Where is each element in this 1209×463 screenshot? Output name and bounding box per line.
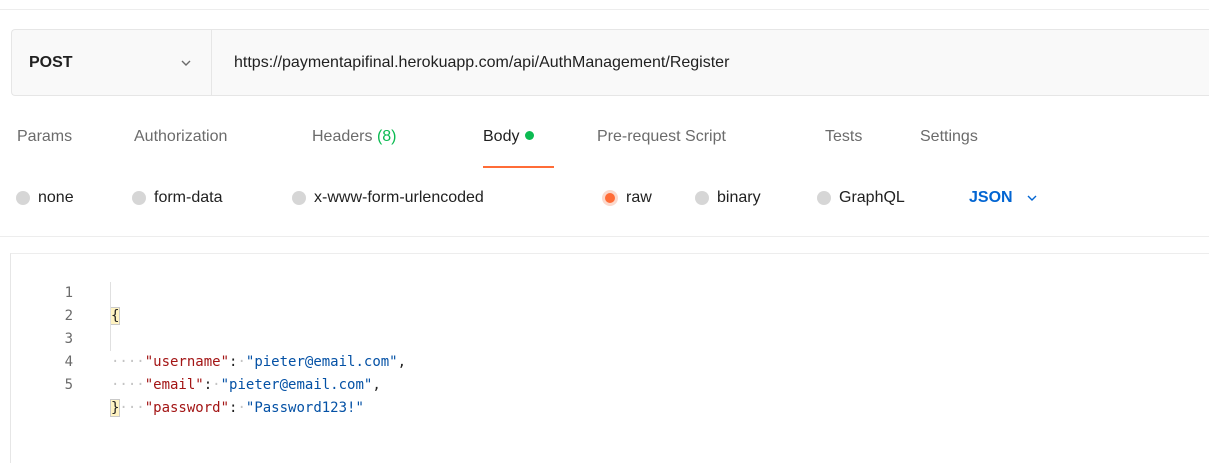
editor-line: 5 } [11,351,1209,417]
section-divider [0,236,1209,237]
line-code: ····"email":·"pieter@email.com", [111,377,381,393]
body-type-binary[interactable]: binary [695,189,761,207]
radio-icon [817,191,831,205]
method-label: POST [29,53,73,71]
format-select[interactable]: JSON [969,189,1039,207]
body-type-label: binary [717,189,761,206]
json-value: "pieter@email.com" [220,377,373,393]
line-code: ····"password":·"Password123!" [111,400,364,416]
indent-guide [110,282,111,305]
editor-line: 2 ····"username":·"pieter@email.com", [11,282,1209,370]
chevron-down-icon [1027,195,1037,201]
line-number: 5 [64,377,73,393]
radio-icon [292,191,306,205]
tab-pre-request-script[interactable]: Pre-request Script [597,128,726,146]
active-tab-underline [483,166,554,168]
request-bar: POST https://paymentapifinal.herokuapp.c… [11,29,1209,96]
format-label: JSON [969,189,1013,206]
indent-guide [110,305,111,328]
editor-line: 3 ····"email":·"pieter@email.com", [11,305,1209,393]
editor-line: 1 { [11,259,1209,325]
radio-icon [132,191,146,205]
tab-headers-label: Headers [312,128,373,145]
body-type-none[interactable]: none [16,189,74,207]
body-type-label: x-www-form-urlencoded [314,189,484,206]
tab-tests[interactable]: Tests [825,128,862,146]
tab-settings[interactable]: Settings [920,128,978,146]
tab-body-label: Body [483,128,520,145]
chevron-down-icon [181,60,191,66]
body-type-form-data[interactable]: form-data [132,189,222,207]
code-editor[interactable]: 1 { 2 ····"username":·"pieter@email.com"… [10,253,1209,463]
body-type-urlencoded[interactable]: x-www-form-urlencoded [292,189,484,207]
body-type-label: form-data [154,189,223,206]
url-input[interactable]: https://paymentapifinal.herokuapp.com/ap… [234,54,729,72]
headers-count: (8) [376,128,397,145]
body-type-label: raw [626,189,652,206]
radio-checked-icon [602,190,618,206]
indent-guide [110,328,111,351]
json-value: "Password123!" [245,400,364,416]
body-type-raw[interactable]: raw [602,189,652,207]
close-brace: } [109,399,121,417]
json-key: "password" [144,400,230,416]
json-key: "email" [144,377,204,393]
line-code: } [109,397,121,420]
body-type-options: none form-data x-www-form-urlencoded raw… [0,185,1209,215]
tab-authorization[interactable]: Authorization [134,128,227,146]
method-select[interactable]: POST [12,30,212,95]
body-status-dot [525,131,535,140]
body-type-label: none [38,189,74,206]
top-divider [0,9,1209,10]
tab-params[interactable]: Params [17,128,72,146]
radio-icon [16,191,30,205]
tab-body[interactable]: Body [483,128,535,146]
editor-line: 4 ····"password":·"Password123!" [11,328,1209,416]
tab-headers[interactable]: Headers (8) [312,128,397,146]
body-type-graphql[interactable]: GraphQL [817,189,905,207]
radio-icon [695,191,709,205]
json-trailing: , [372,377,381,393]
body-type-label: GraphQL [839,189,905,206]
request-tabs: Params Authorization Headers (8) Body Pr… [0,118,1209,168]
